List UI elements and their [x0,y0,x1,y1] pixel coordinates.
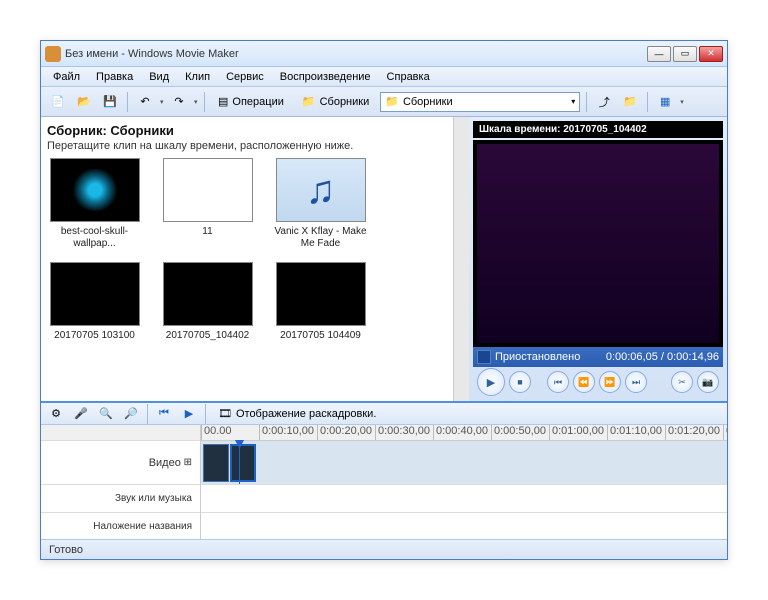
titlebar[interactable]: Без имени - Windows Movie Maker — ▭ ✕ [41,41,727,67]
app-window: Без имени - Windows Movie Maker — ▭ ✕ Фа… [40,40,728,560]
clip-thumbnail [50,262,140,326]
track-label-audio: Звук или музыка [41,485,200,513]
main-body: Сборник: Сборники Перетащите клип на шка… [41,117,727,539]
folder-icon: 📁 [385,95,399,108]
forward-button[interactable]: ⏩ [599,371,621,393]
preview-panel: Шкала времени: 20170705_104402 Приостано… [469,117,727,401]
playback-status: Приостановлено [495,351,580,363]
clip-thumbnail [163,158,253,222]
new-folder-icon[interactable]: 📁 [619,91,641,113]
preview-video[interactable] [473,140,723,347]
open-button-icon[interactable]: 📂 [73,91,95,113]
menu-view[interactable]: Вид [141,69,177,85]
next-clip-button[interactable]: ⏭ [625,371,647,393]
combo-label: Сборники [403,96,453,108]
timeline-toolbar: ⚙ 🎤 🔍 🔎 ⏮ ▶ 🎞Отображение раскадровки. [41,403,727,425]
audio-levels-icon[interactable]: 🎤 [70,403,92,425]
menu-play[interactable]: Воспроизведение [272,69,379,85]
minimize-button[interactable]: — [647,46,671,62]
collection-combo[interactable]: 📁 Сборники ▾ [380,92,580,112]
zoom-in-icon[interactable]: 🔍 [95,403,117,425]
timeline-content[interactable]: 00.000:00:10,000:00:20,000:00:30,000:00:… [201,425,727,539]
toolbar: 📄 📂 💾 ↶▾ ↷▾ ▤Операции 📁Сборники 📁 Сборни… [41,87,727,117]
clip-item[interactable]: 20170705 103100 [47,262,142,342]
chevron-down-icon: ▾ [571,97,575,106]
timeline-ruler[interactable]: 00.000:00:10,000:00:20,000:00:30,000:00:… [201,425,727,441]
timeline-panel: ⚙ 🎤 🔍 🔎 ⏮ ▶ 🎞Отображение раскадровки. Ви… [41,401,727,539]
clip-thumbnail [276,158,366,222]
clip-item[interactable]: 11 [160,158,255,250]
undo-button-icon[interactable]: ↶ [134,91,156,113]
vertical-scrollbar[interactable] [453,117,469,401]
timeline-clip-selected[interactable] [230,444,256,482]
snapshot-button[interactable]: 📷 [697,371,719,393]
clip-item[interactable]: Vanic X Kflay - Make Me Fade [273,158,368,250]
preview-status-bar: Приостановлено 0:00:06,05 / 0:00:14,96 [473,347,723,367]
view-mode-icon[interactable]: ▦ [654,91,676,113]
folder-icon: 📁 [302,95,316,108]
save-button-icon[interactable]: 💾 [99,91,121,113]
menu-help[interactable]: Справка [379,69,438,85]
timeline-body: Видео ⊞ Звук или музыка Наложение назван… [41,425,727,539]
tasks-icon: ▤ [218,95,228,108]
new-button-icon[interactable]: 📄 [47,91,69,113]
redo-button-icon[interactable]: ↷ [168,91,190,113]
timeline-props-icon[interactable]: ⚙ [45,403,67,425]
rewind-button[interactable]: ⏪ [573,371,595,393]
menu-edit[interactable]: Правка [88,69,141,85]
menu-clip[interactable]: Клип [177,69,218,85]
collections-panel: Сборник: Сборники Перетащите клип на шка… [41,117,469,401]
statusbar: Готово [41,539,727,559]
track-labels: Видео ⊞ Звук или музыка Наложение назван… [41,425,201,539]
storyboard-toggle[interactable]: 🎞Отображение раскадровки. [211,403,383,425]
video-track[interactable] [201,441,727,485]
menu-file[interactable]: Файл [45,69,88,85]
status-icon [477,350,491,364]
clip-item[interactable]: 20170705_104402 [160,262,255,342]
clip-thumbnail [276,262,366,326]
menu-service[interactable]: Сервис [218,69,272,85]
playback-time: 0:00:06,05 / 0:00:14,96 [606,351,719,363]
play-timeline-icon[interactable]: ▶ [178,403,200,425]
clip-thumbnail [163,262,253,326]
timeline-clip[interactable] [203,444,229,482]
upper-panel: Сборник: Сборники Перетащите клип на шка… [41,117,727,401]
window-title: Без имени - Windows Movie Maker [65,48,647,60]
track-label-video: Видео ⊞ [41,441,200,485]
ruler-spacer [41,425,200,441]
play-button[interactable]: ▶ [477,368,505,396]
close-button[interactable]: ✕ [699,46,723,62]
thumbnail-grid: best-cool-skull-wallpap... 11 Vanic X Kf… [47,158,463,342]
title-track[interactable] [201,513,727,539]
operations-button[interactable]: ▤Операции [211,91,291,113]
clip-item[interactable]: 20170705 104409 [273,262,368,342]
status-text: Готово [49,544,83,556]
collections-button[interactable]: 📁Сборники [295,91,376,113]
zoom-out-icon[interactable]: 🔎 [120,403,142,425]
stop-button[interactable]: ■ [509,371,531,393]
rewind-timeline-icon[interactable]: ⏮ [153,403,175,425]
up-folder-icon[interactable]: ⤴ [593,91,615,113]
storyboard-icon: 🎞 [218,407,232,420]
maximize-button[interactable]: ▭ [673,46,697,62]
track-label-title: Наложение названия [41,513,200,539]
preview-header: Шкала времени: 20170705_104402 [473,121,723,138]
menubar: Файл Правка Вид Клип Сервис Воспроизведе… [41,67,727,87]
collection-header: Сборник: Сборники [47,123,463,138]
collection-hint: Перетащите клип на шкалу времени, распол… [47,140,463,152]
playhead[interactable] [239,441,240,484]
preview-controls: ▶ ■ ⏮ ⏪ ⏩ ⏭ ✂ 📷 [473,367,723,397]
audio-track[interactable] [201,485,727,513]
split-button[interactable]: ✂ [671,371,693,393]
clip-thumbnail [50,158,140,222]
clip-item[interactable]: best-cool-skull-wallpap... [47,158,142,250]
app-icon [45,46,61,62]
prev-clip-button[interactable]: ⏮ [547,371,569,393]
